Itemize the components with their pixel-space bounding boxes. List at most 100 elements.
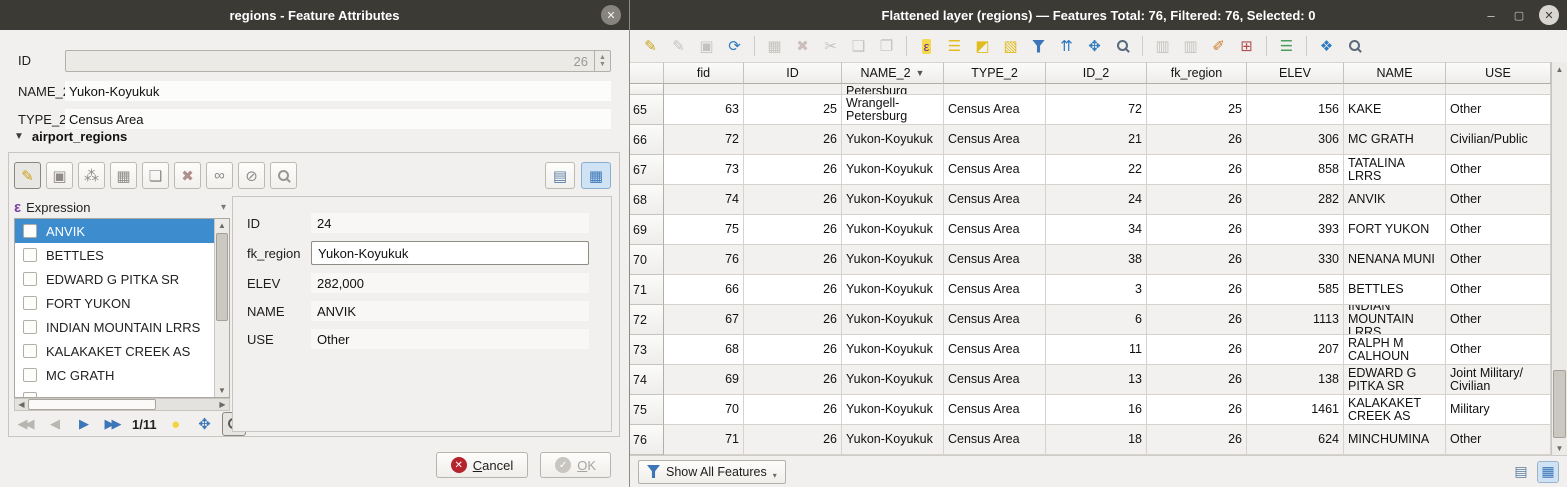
cell-use[interactable]: Other — [1446, 95, 1551, 125]
cell-elev[interactable]: 585 — [1247, 275, 1344, 305]
feature-list-item[interactable]: EDWARD G PITKA SR — [15, 267, 214, 291]
cell-name[interactable]: NENANA MUNI — [1344, 245, 1446, 275]
fk_region-field[interactable]: Yukon-Koyukuk — [311, 241, 589, 265]
form-view-button[interactable]: ▤ — [545, 162, 575, 189]
column-header-use[interactable]: USE — [1446, 62, 1551, 84]
table-view-button[interactable]: ▦ — [581, 162, 611, 189]
column-header-type2[interactable]: TYPE_2 — [944, 62, 1046, 84]
copy-features-button[interactable]: ❏ — [846, 34, 871, 58]
cell-fk_region[interactable]: 26 — [1147, 185, 1247, 215]
cell-elev[interactable]: 858 — [1247, 155, 1344, 185]
cell-elev[interactable]: 138 — [1247, 365, 1344, 395]
row-header[interactable] — [630, 84, 664, 95]
duplicate-child-feature-button[interactable]: ❏ — [142, 162, 169, 189]
dock-table-button[interactable]: ❖ — [1314, 34, 1339, 58]
field-calculator-button[interactable]: ✐ — [1206, 34, 1231, 58]
cell-use[interactable]: Other — [1446, 245, 1551, 275]
cell-use[interactable] — [1446, 84, 1551, 95]
column-header-fid[interactable]: fid — [664, 62, 744, 84]
cell-name2[interactable]: Yukon-Koyukuk — [842, 155, 944, 185]
cell-fk_region[interactable]: 26 — [1147, 305, 1247, 335]
row-header[interactable]: 74 — [630, 365, 664, 395]
row-header[interactable]: 70 — [630, 245, 664, 275]
cell-type2[interactable]: Census Area — [944, 245, 1046, 275]
cell-fid[interactable]: 76 — [664, 245, 744, 275]
name2-field[interactable]: Yukon-Koyukuk — [65, 81, 611, 101]
column-header-id2[interactable]: ID_2 — [1046, 62, 1147, 84]
reload-button[interactable]: ⟳ — [722, 34, 747, 58]
conditional-formatting-button[interactable]: ⊞ — [1234, 34, 1259, 58]
cell-type2[interactable]: Census Area — [944, 275, 1046, 305]
cell-fid[interactable]: 67 — [664, 305, 744, 335]
cell-type2[interactable]: Census Area — [944, 95, 1046, 125]
maximize-button[interactable]: ▢ — [1509, 5, 1529, 25]
id-spinbox[interactable]: 26 ▲▼ — [65, 50, 611, 72]
cell-elev[interactable]: 330 — [1247, 245, 1344, 275]
cell-name[interactable]: MC GRATH — [1344, 125, 1446, 155]
cell-name[interactable]: TATALINA LRRS — [1344, 155, 1446, 185]
cell-id[interactable]: 26 — [744, 335, 842, 365]
cell-name2[interactable]: Yukon-Koyukuk — [842, 305, 944, 335]
cell-name2[interactable]: Yukon-Koyukuk — [842, 185, 944, 215]
deselect-all-button[interactable]: ▧ — [998, 34, 1023, 58]
cell-fk_region[interactable] — [1147, 84, 1247, 95]
cell-name[interactable]: BETTLES — [1344, 275, 1446, 305]
row-header[interactable]: 65 — [630, 95, 664, 125]
cell-name[interactable] — [1344, 84, 1446, 95]
cell-type2[interactable]: Census Area — [944, 155, 1046, 185]
show-all-features-button[interactable]: Show All Features ▾ — [638, 460, 786, 484]
cell-id[interactable]: 26 — [744, 245, 842, 275]
new-field-button[interactable]: ▥ — [1150, 34, 1175, 58]
cell-name[interactable]: KAKE — [1344, 95, 1446, 125]
zoom-to-child-feature-button[interactable] — [270, 162, 297, 189]
cell-id[interactable]: 26 — [744, 305, 842, 335]
cell-elev[interactable]: 282 — [1247, 185, 1344, 215]
feature-list-item[interactable]: MC GRATH — [15, 363, 214, 387]
column-header-elev[interactable]: ELEV — [1247, 62, 1344, 84]
row-header[interactable]: 71 — [630, 275, 664, 305]
add-feature-button[interactable]: ▦ — [762, 34, 787, 58]
expression-combo[interactable]: ε Expression ▾ — [14, 196, 230, 218]
cell-id2[interactable]: 22 — [1046, 155, 1147, 185]
select-all-button[interactable]: ☰ — [942, 34, 967, 58]
checkbox[interactable] — [23, 296, 37, 310]
row-header[interactable]: 72 — [630, 305, 664, 335]
row-header[interactable]: 66 — [630, 125, 664, 155]
cell-fk_region[interactable]: 26 — [1147, 155, 1247, 185]
feature-list-item[interactable]: BETTLES — [15, 243, 214, 267]
checkbox[interactable] — [23, 272, 37, 286]
paste-features-button[interactable]: ❐ — [874, 34, 899, 58]
cell-id2[interactable]: 24 — [1046, 185, 1147, 215]
cell-name[interactable]: EDWARD G PITKA SR — [1344, 365, 1446, 395]
filter-select-button[interactable] — [1026, 34, 1051, 58]
cell-id2[interactable]: 3 — [1046, 275, 1147, 305]
cell-id[interactable]: 26 — [744, 125, 842, 155]
cell-id2[interactable] — [1046, 84, 1147, 95]
cell-fk_region[interactable]: 26 — [1147, 425, 1247, 455]
row-header[interactable]: 68 — [630, 185, 664, 215]
scrollbar-thumb[interactable] — [28, 399, 156, 410]
cell-id[interactable]: 26 — [744, 395, 842, 425]
spinner-buttons[interactable]: ▲▼ — [594, 51, 610, 71]
vertical-scrollbar[interactable]: ▲ ▼ — [214, 219, 229, 397]
cell-elev[interactable]: 306 — [1247, 125, 1344, 155]
layer-styling-button[interactable]: ☰ — [1274, 34, 1299, 58]
cell-use[interactable]: Military — [1446, 395, 1551, 425]
cell-id[interactable]: 26 — [744, 155, 842, 185]
cell-elev[interactable]: 207 — [1247, 335, 1344, 365]
delete-selected-button[interactable]: ✖ — [790, 34, 815, 58]
cell-fk_region[interactable]: 26 — [1147, 365, 1247, 395]
scroll-down-icon[interactable]: ▼ — [1552, 441, 1567, 455]
cell-name2[interactable]: Petersburg — [842, 84, 944, 95]
cell-use[interactable]: Civilian/Public — [1446, 125, 1551, 155]
scroll-left-icon[interactable]: ◀ — [15, 400, 28, 409]
cell-fk_region[interactable]: 25 — [1147, 95, 1247, 125]
cell-id[interactable] — [744, 84, 842, 95]
cell-id[interactable]: 25 — [744, 95, 842, 125]
feature-list-item[interactable] — [15, 387, 214, 398]
cut-features-button[interactable]: ✂ — [818, 34, 843, 58]
move-selection-to-top-button[interactable]: ⇈ — [1054, 34, 1079, 58]
cell-name[interactable]: MINCHUMINA — [1344, 425, 1446, 455]
cell-name2[interactable]: Yukon-Koyukuk — [842, 275, 944, 305]
relation-section-header[interactable]: ▼ airport_regions — [14, 129, 127, 144]
